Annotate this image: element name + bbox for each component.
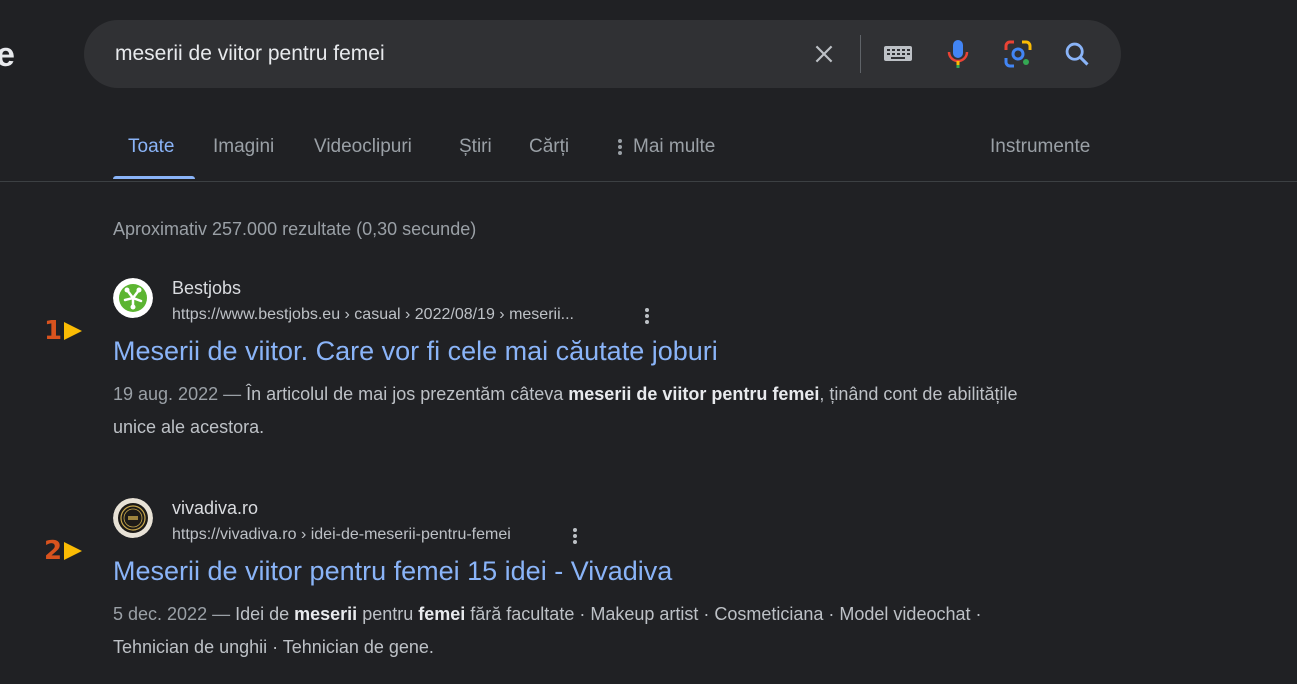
result-date: 19 aug. 2022 bbox=[113, 384, 219, 404]
search-result: vivadiva.ro https://vivadiva.ro › idei-d… bbox=[113, 498, 1073, 668]
tab-videoclipuri[interactable]: Videoclipuri bbox=[314, 136, 412, 158]
bestjobs-favicon bbox=[113, 278, 153, 318]
tabs-divider bbox=[0, 181, 1297, 182]
microphone-icon[interactable] bbox=[941, 20, 975, 88]
result-marker-2: 2 bbox=[44, 536, 84, 566]
more-vert-icon[interactable] bbox=[565, 524, 585, 548]
marker-number: 2 bbox=[44, 536, 63, 566]
result-title-link[interactable]: Meserii de viitor pentru femei 15 idei -… bbox=[113, 556, 672, 587]
marker-arrow-icon bbox=[64, 322, 83, 340]
more-vert-icon bbox=[618, 139, 622, 155]
result-stats: Aproximativ 257.000 rezultate (0,30 secu… bbox=[113, 219, 477, 239]
search-bar: meserii de viitor pentru femei bbox=[84, 20, 1121, 88]
result-marker-1: 1 bbox=[44, 316, 84, 346]
marker-arrow-icon bbox=[64, 542, 83, 560]
search-input[interactable]: meserii de viitor pentru femei bbox=[115, 42, 385, 66]
tab-imagini[interactable]: Imagini bbox=[213, 136, 274, 158]
keyboard-icon[interactable] bbox=[878, 20, 918, 88]
search-divider bbox=[860, 35, 861, 73]
vivadiva-favicon bbox=[113, 498, 153, 538]
search-icon[interactable] bbox=[1060, 20, 1094, 88]
result-url[interactable]: https://www.bestjobs.eu › casual › 2022/… bbox=[172, 306, 574, 324]
tab-carti[interactable]: Cărți bbox=[529, 136, 569, 158]
result-site-name[interactable]: vivadiva.ro bbox=[172, 498, 258, 519]
result-site-name[interactable]: Bestjobs bbox=[172, 278, 241, 299]
result-snippet: 5 dec. 2022 — Idei de meserii pentru fem… bbox=[113, 604, 982, 657]
more-vert-icon[interactable] bbox=[637, 304, 657, 328]
tools-button[interactable]: Instrumente bbox=[990, 136, 1090, 158]
tab-mai-multe[interactable]: Mai multe bbox=[617, 136, 715, 158]
tab-stiri[interactable]: Știri bbox=[459, 136, 492, 158]
search-tabs: Toate Imagini Videoclipuri Știri Cărți M… bbox=[113, 130, 1113, 180]
search-result: Bestjobs https://www.bestjobs.eu › casua… bbox=[113, 278, 1073, 448]
marker-number: 1 bbox=[44, 316, 63, 346]
tab-mai-multe-label: Mai multe bbox=[633, 136, 716, 157]
google-lens-icon[interactable] bbox=[1000, 20, 1036, 88]
result-snippet: 19 aug. 2022 — În articolul de mai jos p… bbox=[113, 384, 1018, 437]
google-logo-fragment[interactable]: e bbox=[0, 36, 15, 75]
clear-icon[interactable] bbox=[806, 20, 842, 88]
active-tab-indicator bbox=[113, 176, 195, 179]
result-url[interactable]: https://vivadiva.ro › idei-de-meserii-pe… bbox=[172, 526, 511, 544]
result-title-link[interactable]: Meserii de viitor. Care vor fi cele mai … bbox=[113, 336, 718, 367]
tab-toate[interactable]: Toate bbox=[128, 136, 174, 158]
result-date: 5 dec. 2022 bbox=[113, 604, 208, 624]
